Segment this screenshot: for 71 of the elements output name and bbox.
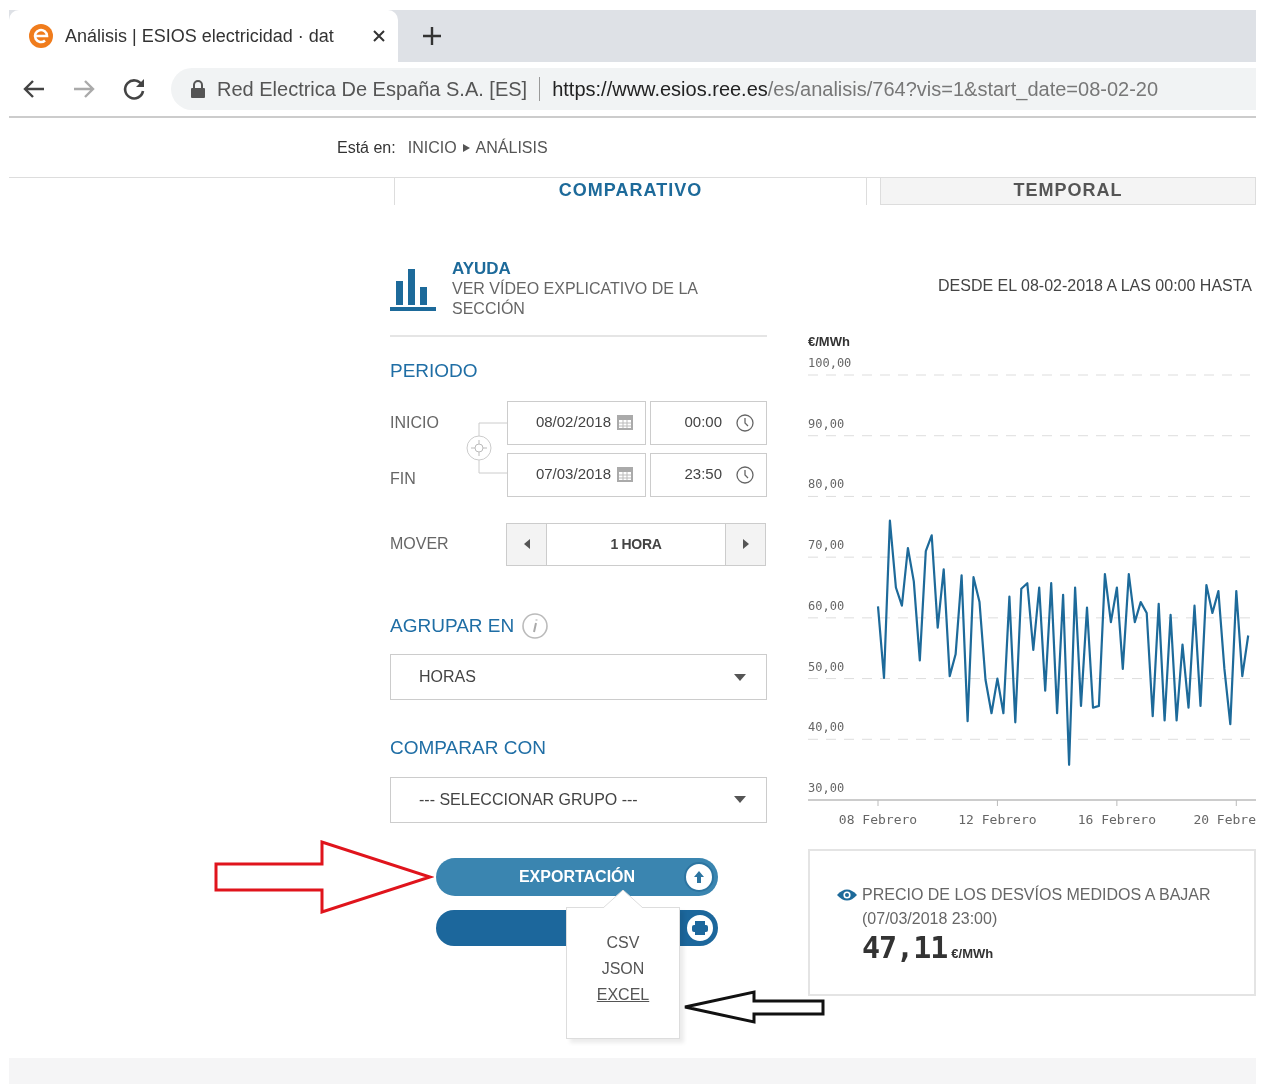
tick-label: 12 Febrero [958,812,1037,827]
indicator-timestamp: (07/03/2018 23:00) [862,909,999,929]
view-tab[interactable]: TEMPORAL [880,178,1256,205]
calendar-icon [617,415,633,430]
tick-label: 30,00 [808,781,845,795]
tick-label: 40,00 [808,720,845,735]
menu-option[interactable]: EXCEL [596,983,650,1006]
help-title: AYUDA [452,259,512,279]
dropdown-value: --- SELECCIONAR GRUPO --- [419,789,638,810]
tick-label: 80,00 [808,477,845,492]
step-value: 1 HORA [609,534,663,554]
reload-icon[interactable] [122,77,146,101]
indicator-title: PRECIO DE LOS DESVÍOS MEDIDOS A BAJAR [862,884,1211,905]
url-text: https://www.esios.ree.es/es/analisis/764?vis=1&start_date=08-02-20 [552,77,1159,103]
left-caret-icon [523,539,530,549]
dropdown[interactable]: --- SELECCIONAR GRUPO --- [390,776,767,823]
tick-label: 50,00 [808,659,845,674]
section-title: AGRUPAR EN [390,613,515,638]
triangle-icon [462,143,470,152]
caret-icon [734,796,746,803]
close-icon[interactable] [372,29,386,43]
view-tab[interactable]: COMPARATIVO [394,178,867,205]
time-value: 00:00 [684,412,722,433]
clock-icon [736,465,754,484]
help-link[interactable]: VER VÍDEO EXPLICATIVO DE LA SECCIÓN [452,279,722,319]
site-logo-icon [29,24,53,48]
tick-label: 100,00 [808,356,852,370]
tick-label: 08 Febrero [838,812,918,827]
breadcrumb-link[interactable]: ANÁLISIS [475,135,548,160]
site-identity: Red Electrica De España S.A. [ES] [217,77,528,102]
time-field[interactable]: 23:50 [650,452,767,497]
tick-label: 60,00 [808,598,845,613]
dropdown[interactable]: HORAS [390,654,767,700]
time-field[interactable]: 00:00 [650,400,767,445]
tick-label: 16 Febrero [1077,812,1156,827]
upload-icon [683,860,715,893]
info-icon [522,612,549,639]
date-field[interactable]: 07/03/2018 [507,452,646,497]
field-label: INICIO [390,412,440,433]
dropdown-value: HORAS [419,667,476,687]
indicator-value: 47,11 [862,931,948,965]
tick-label: 70,00 [808,538,845,553]
address-bar[interactable]: Red Electrica De España S.A. [ES] https://www.esios.ree.es/es/analisis/764?vis=1&start_date=08-02-20 [171,68,1256,110]
date-field[interactable]: 08/02/2018 [507,400,646,445]
tick-label: 90,00 [808,416,845,431]
section-title: COMPARAR CON [390,736,546,760]
browser-tab[interactable]: Análisis | ESIOS electricidad · dat [9,10,398,62]
breadcrumb-link[interactable]: INICIO [407,135,457,160]
field-label: MOVER [390,534,450,554]
calendar-icon [617,467,633,482]
eye-icon [836,888,858,902]
breadcrumb-label: Está en: [337,137,396,158]
caret-icon [734,673,746,681]
field-label: FIN [390,468,417,489]
bar-chart-icon [390,267,436,311]
section-title: PERIODO [390,359,479,383]
clock-icon [736,413,754,432]
export-button[interactable]: EXPORTACIÓN [436,857,718,896]
new-tab-icon[interactable] [422,26,442,46]
date-value: 07/03/2018 [535,464,611,485]
menu-option[interactable]: JSON [601,957,645,980]
date-range-text: DESDE EL 08-02-2018 A LAS 00:00 HASTA [937,276,1253,296]
menu-option[interactable]: CSV [606,931,640,954]
lock-icon [191,80,205,98]
tab-title: Análisis | ESIOS electricidad · dat [65,24,335,48]
axis-title: €/MWh [808,334,850,349]
right-caret-icon [742,539,749,549]
tick-label: 20 Febre [1193,812,1256,827]
date-value: 08/02/2018 [535,412,611,433]
unit-label: €/MWh [951,945,994,963]
time-value: 23:50 [684,464,722,485]
